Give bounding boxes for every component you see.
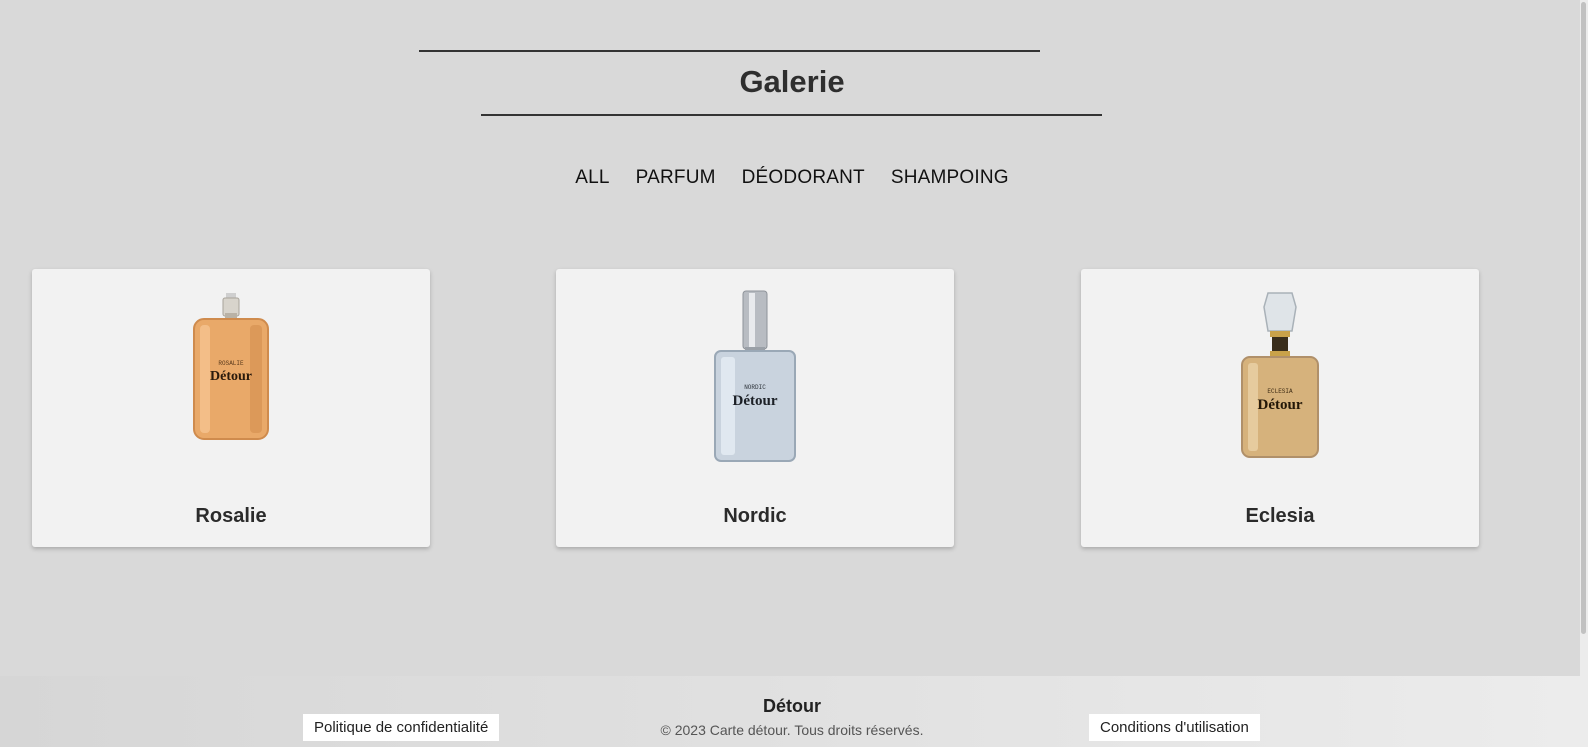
product-card-eclesia[interactable]: ECLESIA Détour Eclesia: [1081, 269, 1479, 547]
bottle-brand-eclesia: Détour: [1258, 397, 1303, 413]
eclesia-bottle-image: ECLESIA Détour: [1241, 292, 1319, 458]
product-card-nordic[interactable]: NORDIC Détour Nordic: [556, 269, 954, 547]
category-filter-bar: ALL PARFUM DÉODORANT SHAMPOING: [0, 167, 1584, 189]
product-name-nordic: Nordic: [723, 505, 787, 527]
rosalie-bottle-image: ROSALIE Détour: [193, 293, 269, 440]
privacy-policy-link[interactable]: Politique de confidentialité: [303, 714, 500, 741]
filter-shampoing[interactable]: SHAMPOING: [891, 167, 1009, 189]
filter-all[interactable]: ALL: [575, 167, 609, 189]
filter-deodorant[interactable]: DÉODORANT: [742, 167, 865, 189]
footer-copyright: © 2023 Carte détour. Tous droits réservé…: [660, 722, 924, 738]
site-footer: Détour © 2023 Carte détour. Tous droits …: [0, 676, 1584, 747]
bottle-label-rosalie: ROSALIE: [218, 360, 244, 367]
nordic-bottle-image: NORDIC Détour: [714, 290, 796, 462]
product-name-eclesia: Eclesia: [1245, 505, 1315, 527]
bottle-brand-rosalie: Détour: [210, 369, 252, 384]
title-divider-bottom: [481, 114, 1102, 116]
footer-brand: Détour: [763, 696, 821, 716]
title-divider-top: [419, 50, 1040, 52]
bottle-label-eclesia: ECLESIA: [1267, 388, 1293, 395]
filter-parfum[interactable]: PARFUM: [636, 167, 716, 189]
page-title: Galerie: [739, 64, 845, 99]
product-card-rosalie[interactable]: ROSALIE Détour Rosalie: [32, 269, 430, 547]
product-name-rosalie: Rosalie: [195, 505, 267, 527]
terms-of-use-link[interactable]: Conditions d'utilisation: [1089, 714, 1260, 741]
vertical-scrollbar[interactable]: [1580, 0, 1588, 747]
bottle-label-nordic: NORDIC: [744, 384, 766, 391]
bottle-brand-nordic: Détour: [733, 393, 778, 409]
